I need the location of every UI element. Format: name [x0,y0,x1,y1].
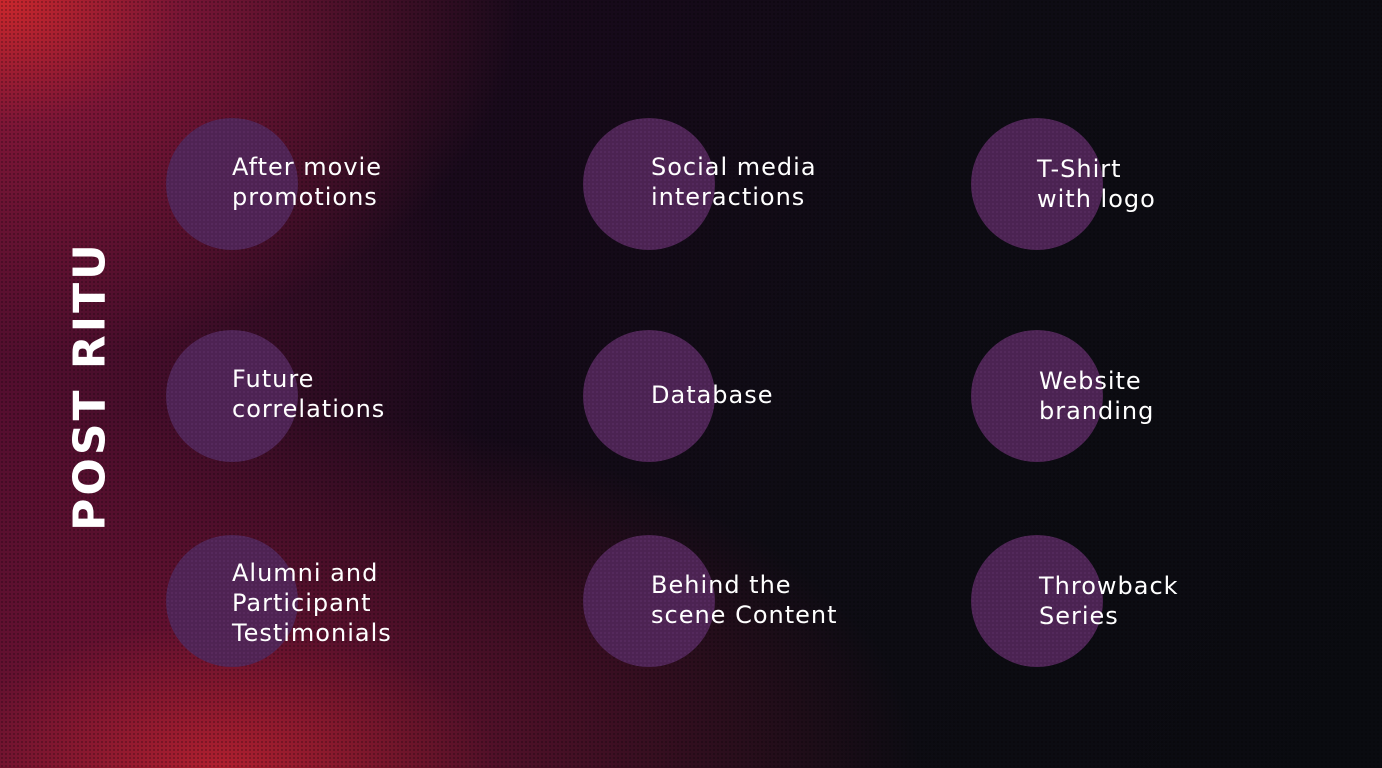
item-label: Throwback Series [1039,571,1179,631]
item-label: Future correlations [232,364,385,424]
item-label-line: correlations [232,395,386,423]
item-label: Website branding [1039,366,1154,426]
item-label-line: After movie [232,153,382,181]
item-label: Alumni and Participant Testimonials [232,558,392,648]
item-database: Database [583,330,883,462]
item-label: T-Shirt with logo [1037,154,1156,214]
item-label: Social media interactions [651,152,817,212]
item-label-line: Series [1039,602,1119,630]
item-label-line: Alumni and [232,559,379,587]
item-tshirt-with-logo: T-Shirt with logo [971,118,1271,250]
item-label-line: T-Shirt [1037,155,1122,183]
item-label-line: with logo [1037,185,1156,213]
item-alumni-testimonials: Alumni and Participant Testimonials [166,535,466,667]
item-label-line: Website [1039,367,1142,395]
item-label-line: Database [651,381,774,409]
item-label: Database [651,380,774,410]
item-after-movie-promotions: After movie promotions [166,118,466,250]
item-behind-the-scene-content: Behind the scene Content [583,535,883,667]
item-label-line: interactions [651,183,806,211]
item-label: Behind the scene Content [651,570,838,630]
item-label-line: promotions [232,183,378,211]
item-label-line: Future [232,365,315,393]
item-label-line: scene Content [651,601,838,629]
item-label-line: Throwback [1039,572,1179,600]
item-future-correlations: Future correlations [166,330,466,462]
item-label-line: Behind the [651,571,792,599]
item-label-line: branding [1039,397,1155,425]
item-label-line: Testimonials [232,619,392,647]
item-website-branding: Website branding [971,330,1271,462]
slide-title: POST RITU [64,241,116,531]
item-throwback-series: Throwback Series [971,535,1271,667]
item-label: After movie promotions [232,152,382,212]
item-social-media-interactions: Social media interactions [583,118,883,250]
item-label-line: Participant [232,589,372,617]
item-label-line: Social media [651,153,817,181]
